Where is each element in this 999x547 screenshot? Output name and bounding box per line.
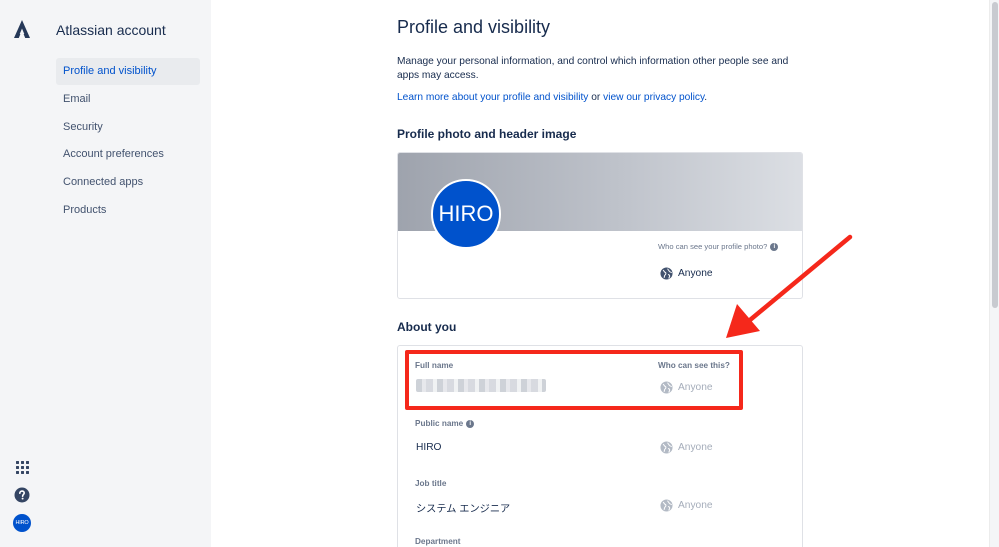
job-title-field[interactable]: システム エンジニア: [416, 500, 510, 515]
page-scrollbar[interactable]: [989, 0, 999, 547]
department-label: Department: [415, 537, 461, 546]
page-intro: Manage your personal information, and co…: [397, 56, 789, 81]
sidebar-title: Atlassian account: [56, 22, 166, 38]
public-name-field[interactable]: HIRO: [416, 442, 441, 453]
or-text: or: [588, 92, 604, 103]
page-links: Learn more about your profile and visibi…: [397, 92, 707, 103]
sidebar-item-connected-apps[interactable]: Connected apps: [56, 169, 200, 196]
about-section-heading: About you: [397, 320, 457, 334]
public-name-visibility-value: Anyone: [678, 442, 713, 453]
user-avatar[interactable]: HIRO: [13, 514, 31, 532]
info-icon[interactable]: i: [466, 419, 475, 428]
atlassian-logo-icon[interactable]: [14, 20, 30, 38]
sidebar: Atlassian account Profile and visibility…: [44, 0, 211, 547]
photo-section-heading: Profile photo and header image: [397, 127, 577, 141]
job-title-visibility-dropdown[interactable]: Anyone: [660, 499, 713, 512]
photo-visibility-dropdown[interactable]: Anyone: [660, 267, 713, 280]
globe-icon: [660, 499, 673, 512]
profile-photo[interactable]: HIRO: [431, 179, 501, 249]
annotation-highlight-box: [405, 350, 743, 410]
job-title-label: Job title: [415, 479, 447, 488]
sidebar-item-security[interactable]: Security: [56, 114, 200, 141]
sidebar-item-products[interactable]: Products: [56, 197, 200, 224]
app-switcher-icon[interactable]: [16, 461, 29, 474]
sidebar-nav: Profile and visibility Email Security Ac…: [56, 58, 200, 225]
sidebar-item-account-preferences[interactable]: Account preferences: [56, 141, 200, 168]
global-nav-rail: HIRO: [0, 0, 44, 547]
help-icon[interactable]: [14, 487, 30, 503]
privacy-policy-link[interactable]: view our privacy policy: [603, 92, 704, 103]
scrollbar-thumb[interactable]: [992, 2, 998, 308]
photo-visibility-value: Anyone: [678, 268, 713, 279]
sidebar-item-profile-and-visibility[interactable]: Profile and visibility: [56, 58, 200, 85]
learn-more-link[interactable]: Learn more about your profile and visibi…: [397, 92, 588, 103]
job-title-visibility-value: Anyone: [678, 500, 713, 511]
sidebar-item-email[interactable]: Email: [56, 86, 200, 113]
annotation-arrow: [726, 234, 853, 338]
globe-icon: [660, 267, 673, 280]
public-name-label: Public name i: [415, 419, 475, 428]
public-name-visibility-dropdown[interactable]: Anyone: [660, 441, 713, 454]
globe-icon: [660, 441, 673, 454]
public-name-label-text: Public name: [415, 419, 464, 428]
page-title: Profile and visibility: [397, 17, 551, 37]
period-text: .: [704, 92, 708, 103]
